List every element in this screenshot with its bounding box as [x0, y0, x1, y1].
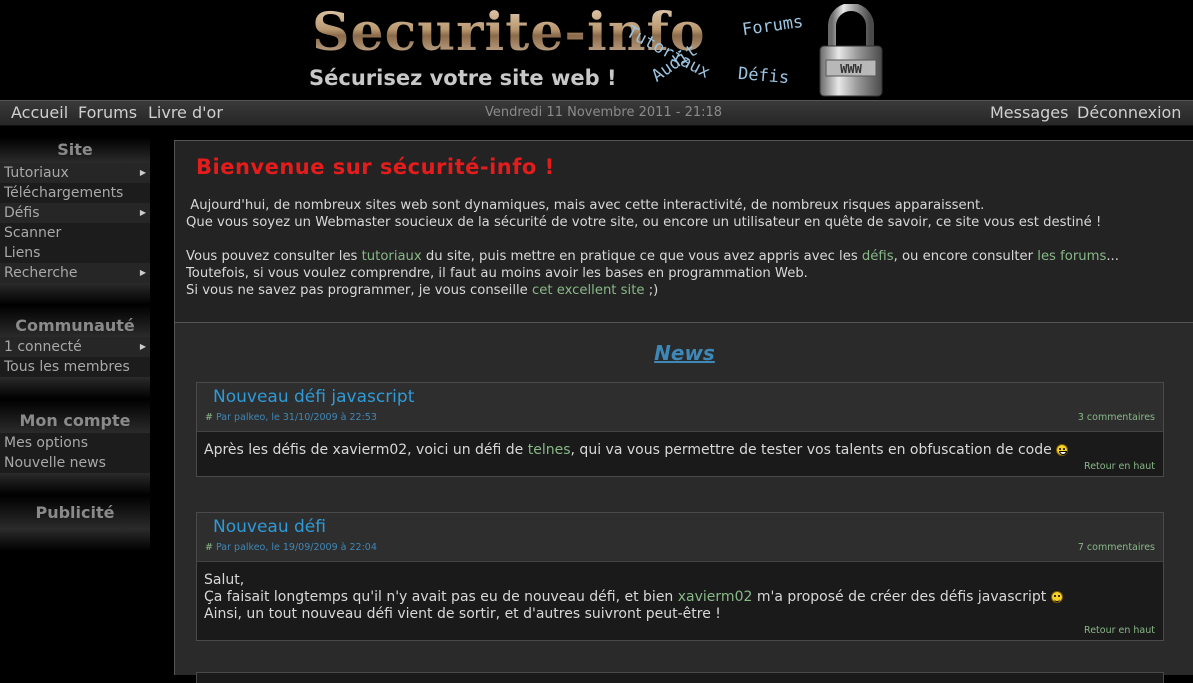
sidebar-item-label: Scanner: [4, 225, 62, 241]
sidebar-item-membres[interactable]: Tous les membres: [0, 357, 150, 377]
sidebar-title-compte: Mon compte: [0, 399, 150, 433]
link-tutoriaux[interactable]: tutoriaux: [362, 249, 422, 264]
back-to-top-link[interactable]: Retour en haut: [197, 459, 1163, 476]
welcome-line: Vous pouvez consulter les tutoriaux du s…: [186, 249, 1119, 264]
sidebar-item-options[interactable]: Mes options: [0, 433, 150, 453]
link-excellent-site[interactable]: cet excellent site: [532, 283, 645, 298]
news-item: Nouveau défi javascript # Par palkeo, le…: [196, 382, 1164, 477]
link-defis[interactable]: défis: [862, 249, 894, 264]
menu-link-accueil[interactable]: Accueil: [11, 103, 68, 122]
sidebar-title-site: Site: [0, 137, 150, 163]
sidebar-item-recherche[interactable]: Recherche ▶: [0, 263, 150, 283]
sidebar-block-site: Site Tutoriaux ▶ Téléchargements Défis ▶…: [0, 137, 150, 305]
link-forums[interactable]: les forums: [1037, 249, 1106, 264]
menu-link-messages[interactable]: Messages: [990, 103, 1068, 122]
sidebar-item-tutoriaux[interactable]: Tutoriaux ▶: [0, 163, 150, 183]
news-header: Nouveau défi javascript # Par palkeo, le…: [197, 383, 1163, 432]
menu-link-deconnexion[interactable]: Déconnexion: [1077, 103, 1181, 122]
news-heading[interactable]: News: [175, 341, 1193, 365]
news-permalink[interactable]: #: [205, 412, 213, 423]
submenu-arrow-icon: ▶: [139, 208, 146, 217]
news-title[interactable]: Nouveau défi: [213, 517, 326, 537]
sidebar-block-footer: [0, 473, 150, 495]
menu-link-livre-dor[interactable]: Livre d'or: [148, 103, 223, 122]
link-telnes[interactable]: telnes: [528, 442, 571, 458]
sidebar-item-liens[interactable]: Liens: [0, 243, 150, 263]
news-meta: # Par palkeo, le 19/09/2009 à 22:04: [205, 542, 377, 553]
submenu-arrow-icon: ▶: [139, 168, 146, 177]
sidebar-item-nouvelle-news[interactable]: Nouvelle news: [0, 453, 150, 473]
submenu-arrow-icon: ▶: [139, 342, 146, 351]
menu-link-forums[interactable]: Forums: [78, 103, 137, 122]
sidebar-title-publicite: Publicité: [0, 495, 150, 529]
news-header: Nouveau défi # Par palkeo, le 19/09/2009…: [197, 513, 1163, 562]
sidebar-block-communaute: Communauté 1 connecté ▶ Tous les membres: [0, 305, 150, 399]
sidebar-item-telechargements[interactable]: Téléchargements: [0, 183, 150, 203]
padlock-label: WWW: [840, 62, 862, 76]
welcome-line: Si vous ne savez pas programmer, je vous…: [186, 283, 659, 298]
sidebar-item-label: Nouvelle news: [4, 455, 106, 471]
welcome-line: Aujourd'hui, de nombreux sites web sont …: [186, 198, 985, 213]
sidebar-block-footer: [0, 529, 150, 551]
welcome-text: Aujourd'hui, de nombreux sites web sont …: [186, 197, 1186, 299]
sidebar-block-footer: [0, 377, 150, 399]
link-xavierm02[interactable]: xavierm02: [678, 589, 753, 605]
padlock-icon: WWW: [819, 4, 883, 97]
welcome-title: Bienvenue sur sécurité-info !: [196, 155, 555, 179]
grin-smiley-icon: [1056, 444, 1069, 456]
news-meta: # Par palkeo, le 31/10/2009 à 22:53: [205, 412, 377, 423]
sidebar-item-label: Téléchargements: [4, 185, 124, 201]
sidebar-item-label: Tutoriaux: [4, 165, 69, 181]
smile-smiley-icon: [1050, 591, 1063, 603]
sidebar-item-defis[interactable]: Défis ▶: [0, 203, 150, 223]
welcome-panel: Bienvenue sur sécurité-info ! Aujourd'hu…: [175, 140, 1193, 323]
sidebar-item-label: Tous les membres: [4, 359, 130, 375]
banner-word-defis: Défis: [737, 63, 790, 89]
banner-word-forums: Forums: [740, 11, 805, 41]
news-comments-link[interactable]: 7 commentaires: [1078, 542, 1155, 553]
current-date: Vendredi 11 Novembre 2011 - 21:18: [485, 105, 723, 120]
news-item-partial: [196, 672, 1164, 683]
welcome-line: Toutefois, si vous voulez comprendre, il…: [186, 266, 808, 281]
sidebar-item-label: Liens: [4, 245, 41, 261]
sidebar-item-label: Mes options: [4, 435, 88, 451]
top-menu-bar: Accueil Forums Livre d'or Vendredi 11 No…: [0, 100, 1193, 126]
sidebar-item-scanner[interactable]: Scanner: [0, 223, 150, 243]
sidebar-item-label: Défis: [4, 205, 40, 221]
sidebar-item-connectes[interactable]: 1 connecté ▶: [0, 337, 150, 357]
site-slogan: Sécurisez votre site web !: [309, 66, 617, 90]
sidebar-item-label: 1 connecté: [4, 339, 82, 355]
site-header: Securite-info Sécurisez votre site web !…: [0, 0, 1193, 100]
main-content: Bienvenue sur sécurité-info ! Aujourd'hu…: [174, 140, 1193, 683]
welcome-line: Que vous soyez un Webmaster soucieux de …: [186, 215, 1102, 230]
news-comments-link[interactable]: 3 commentaires: [1078, 412, 1155, 423]
news-permalink[interactable]: #: [205, 542, 213, 553]
submenu-arrow-icon: ▶: [139, 268, 146, 277]
sidebar-block-footer: [0, 283, 150, 305]
sidebar-block-compte: Mon compte Mes options Nouvelle news: [0, 399, 150, 495]
sidebar-block-publicite: Publicité: [0, 495, 150, 551]
news-body: Salut, Ça faisait longtemps qu'il n'y av…: [197, 562, 1163, 623]
sidebar-title-communaute: Communauté: [0, 305, 150, 337]
back-to-top-link[interactable]: Retour en haut: [197, 623, 1163, 640]
news-item: Nouveau défi # Par palkeo, le 19/09/2009…: [196, 512, 1164, 641]
sidebar-item-label: Recherche: [4, 265, 78, 281]
sidebar: Site Tutoriaux ▶ Téléchargements Défis ▶…: [0, 137, 150, 551]
news-body: Après les défis de xavierm02, voici un d…: [197, 432, 1163, 459]
news-title[interactable]: Nouveau défi javascript: [213, 387, 414, 407]
